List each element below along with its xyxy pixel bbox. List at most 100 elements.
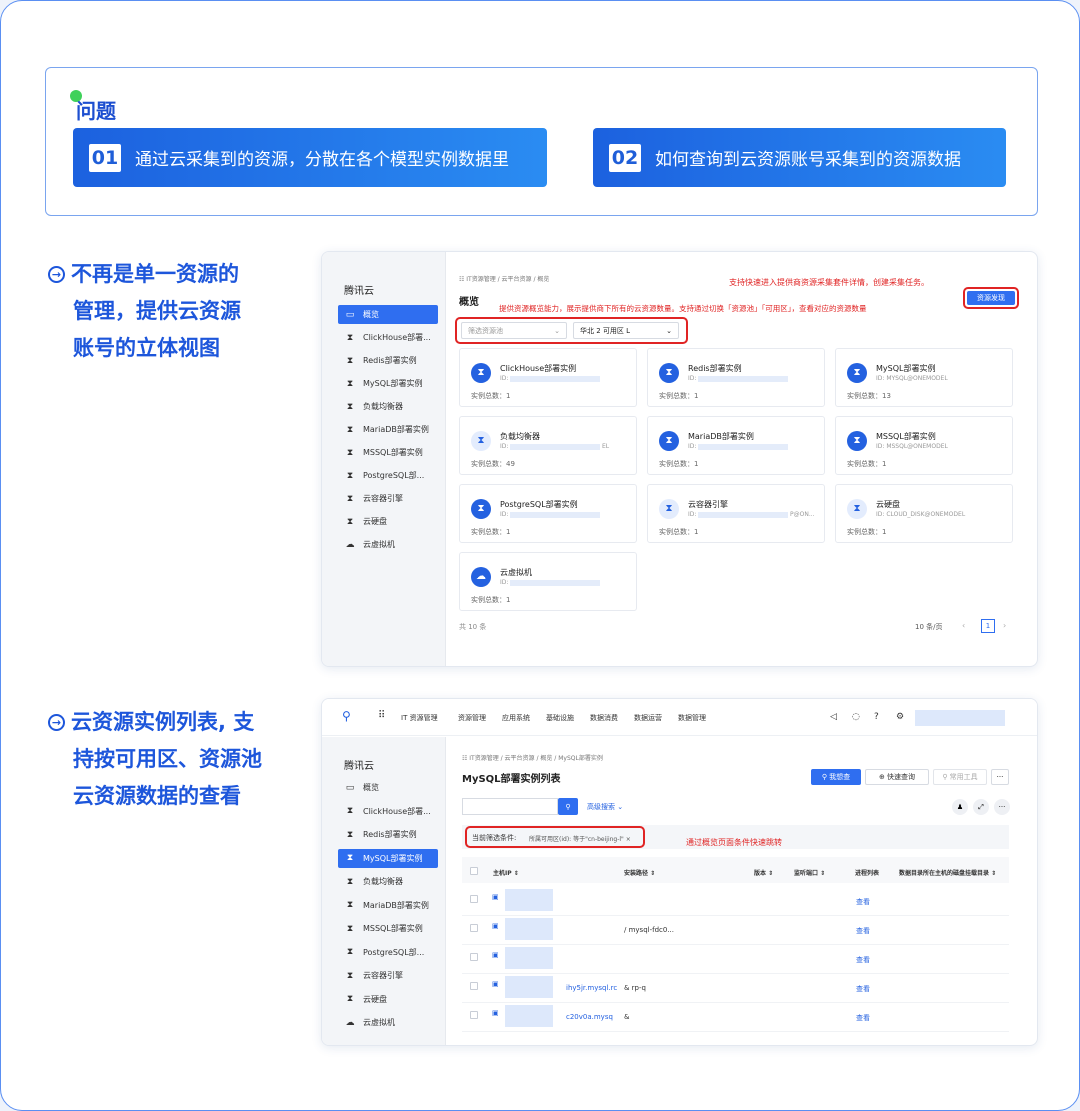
resource-card[interactable]: ⧗ PostgreSQL部署实例 ID: 实例总数：1 <box>459 484 637 543</box>
sidebar-item[interactable]: ⧗ MariaDB部署实例 <box>338 896 438 915</box>
sidebar-item-label: MySQL部署实例 <box>363 853 423 863</box>
card-title: 云容器引擎 <box>688 500 728 509</box>
row-checkbox[interactable] <box>470 982 478 990</box>
nav-item[interactable]: 基础设施 <box>546 713 574 723</box>
sidebar-item[interactable]: ⧗ PostgreSQL部... <box>338 466 438 485</box>
nav-item[interactable]: 数据消费 <box>590 713 618 723</box>
sidebar-item[interactable]: ▭ 概览 <box>338 778 438 797</box>
sidebar-item-label: MariaDB部署实例 <box>363 900 429 910</box>
sidebar-item[interactable]: ⧗ MariaDB部署实例 <box>338 420 438 439</box>
expand-icon[interactable]: ⤢ <box>973 799 989 815</box>
sidebar-item[interactable]: ⧗ ClickHouse部署... <box>338 328 438 347</box>
resource-card[interactable]: ⧗ ClickHouse部署实例 ID: 实例总数：1 <box>459 348 637 407</box>
col-install-path[interactable]: 安装路径 ⇕ <box>624 868 655 877</box>
card-count: 实例总数：1 <box>659 460 699 468</box>
resource-discover-button[interactable]: 资源发现 <box>967 291 1015 305</box>
row-checkbox[interactable] <box>470 895 478 903</box>
row-checkbox[interactable] <box>470 953 478 961</box>
user-icon[interactable]: ♟ <box>952 799 968 815</box>
sidebar-item[interactable]: ⧗ MSSQL部署实例 <box>338 443 438 462</box>
resource-card[interactable]: ⧗ 云容器引擎 ID: P@ON... 实例总数：1 <box>647 484 825 543</box>
help-icon[interactable]: ? <box>874 712 879 722</box>
sidebar-item[interactable]: ⧗ 云硬盘 <box>338 990 438 1009</box>
sidebar-item-label: 云硬盘 <box>363 517 387 526</box>
chevron-down-icon: ⌄ <box>615 803 624 811</box>
sidebar-item[interactable]: ⧗ 负载均衡器 <box>338 872 438 891</box>
resource-card[interactable]: ⧗ MySQL部署实例 ID: MYSQL@ONEMODEL 实例总数：13 <box>835 348 1013 407</box>
sidebar-item[interactable]: ⧗ Redis部署实例 <box>338 351 438 370</box>
resource-card[interactable]: ⧗ 负载均衡器 ID: EL 实例总数：49 <box>459 416 637 475</box>
total-count: 共 10 条 <box>459 623 487 631</box>
quick-query-button[interactable]: ⊕ 快速查询 <box>865 769 929 785</box>
more-icon[interactable]: ··· <box>994 799 1010 815</box>
col-data-dir[interactable]: 数据目录所在主机的磁盘挂载目录 ⇕ <box>899 868 1007 877</box>
search-mine-button[interactable]: ⚲ 我想查 <box>811 769 861 785</box>
resource-card[interactable]: ☁ 云虚拟机 ID: 实例总数：1 <box>459 552 637 611</box>
sidebar-item[interactable]: ▭ 概览 <box>338 305 438 324</box>
nav-item[interactable]: 数据管理 <box>678 713 706 723</box>
user-avatar[interactable] <box>915 710 1005 726</box>
filter-tag[interactable]: 所属可用区(id): 等于"cn-beijing-l" × <box>529 834 631 843</box>
host-ip[interactable]: c20v0a.mysq <box>566 1013 613 1021</box>
feature-bullet-2: → 云资源实例列表, 支 持按可用区、资源池 云资源数据的查看 <box>48 704 303 815</box>
bell-icon[interactable]: ◌ <box>852 712 860 722</box>
select-all-checkbox[interactable] <box>470 867 478 875</box>
common-tools-button[interactable]: ⚲ 常用工具 <box>933 769 987 785</box>
sidebar-item[interactable]: ⧗ MySQL部署实例 <box>338 374 438 393</box>
prev-page-icon[interactable]: ‹ <box>962 621 965 630</box>
view-link[interactable]: 查看 <box>856 984 870 994</box>
view-link[interactable]: 查看 <box>856 955 870 965</box>
nav-item[interactable]: 应用系统 <box>502 713 530 723</box>
row-checkbox[interactable] <box>470 1011 478 1019</box>
resource-card[interactable]: ⧗ Redis部署实例 ID: 实例总数：1 <box>647 348 825 407</box>
sidebar-item[interactable]: ⧗ 云硬盘 <box>338 512 438 531</box>
sidebar-item[interactable]: ☁ 云虚拟机 <box>338 1013 438 1032</box>
sidebar-item-label: 云虚拟机 <box>363 540 395 549</box>
advanced-search-link[interactable]: 高级搜索 ⌄ <box>587 802 623 812</box>
brand-label: 腾讯云 <box>344 761 374 772</box>
view-link[interactable]: 查看 <box>856 1013 870 1023</box>
sidebar-item-label: 云硬盘 <box>363 994 387 1004</box>
redacted-bar <box>510 580 600 586</box>
zone-select[interactable]: 华北 2 可用区 L ⌄ <box>573 322 679 339</box>
resource-pool-select[interactable]: 筛选资源池 ⌄ <box>461 322 567 339</box>
view-link[interactable]: 查看 <box>856 926 870 936</box>
sidebar-item-label: 云容器引擎 <box>363 494 403 503</box>
col-version[interactable]: 版本 ⇕ <box>754 868 773 877</box>
card-count: 实例总数：1 <box>847 460 887 468</box>
gear-icon[interactable]: ⚙ <box>896 712 904 722</box>
col-host-ip[interactable]: 主机IP ⇕ <box>493 868 519 877</box>
sidebar-item-label: 云虚拟机 <box>363 1018 395 1027</box>
nav-icon: ⧗ <box>346 378 354 389</box>
sidebar-item[interactable]: ⧗ MySQL部署实例 <box>338 848 438 868</box>
resource-card[interactable]: ⧗ MariaDB部署实例 ID: 实例总数：1 <box>647 416 825 475</box>
row-checkbox[interactable] <box>470 924 478 932</box>
redacted-bar <box>698 512 788 518</box>
sidebar-item-label: MSSQL部署实例 <box>363 448 423 457</box>
speaker-icon[interactable]: ◁ <box>830 712 837 722</box>
nav-item[interactable]: 资源管理 <box>458 713 486 723</box>
sidebar-item[interactable]: ☁ 云虚拟机 <box>338 535 438 554</box>
sidebar: 腾讯云 ▭ 概览 ⧗ ClickHouse部署... ⧗ Redis部署实例 ⧗ MySQL部… <box>322 737 446 1045</box>
view-link[interactable]: 查看 <box>856 897 870 907</box>
sidebar-item[interactable]: ⧗ PostgreSQL部... <box>338 943 438 962</box>
resource-card[interactable]: ⧗ 云硬盘 ID: CLOUD_DISK@ONEMODEL 实例总数：1 <box>835 484 1013 543</box>
grid-icon[interactable]: ⠿ <box>378 710 385 721</box>
search-input[interactable] <box>462 798 558 815</box>
nav-item[interactable]: IT 资源管理 <box>401 713 438 723</box>
sidebar-item[interactable]: ⧗ 云容器引擎 <box>338 489 438 508</box>
more-button[interactable]: ··· <box>991 769 1009 785</box>
next-page-icon[interactable]: › <box>1003 621 1006 630</box>
sidebar-item[interactable]: ⧗ MSSQL部署实例 <box>338 919 438 938</box>
page-number[interactable]: 1 <box>981 619 995 633</box>
col-port[interactable]: 监听端口 ⇕ <box>794 868 825 877</box>
host-ip[interactable]: ihy5jr.mysql.rc <box>566 984 617 992</box>
sidebar-item[interactable]: ⧗ ClickHouse部署... <box>338 802 438 821</box>
sidebar-item[interactable]: ⧗ 负载均衡器 <box>338 397 438 416</box>
page-size-select[interactable]: 10 条/页 <box>915 622 943 632</box>
sidebar-item[interactable]: ⧗ 云容器引擎 <box>338 966 438 985</box>
resource-card[interactable]: ⧗ MSSQL部署实例 ID: MSSQL@ONEMODEL 实例总数：1 <box>835 416 1013 475</box>
search-button[interactable]: ⚲ <box>558 798 578 815</box>
nav-item[interactable]: 数据运营 <box>634 713 662 723</box>
sidebar-item[interactable]: ⧗ Redis部署实例 <box>338 825 438 844</box>
